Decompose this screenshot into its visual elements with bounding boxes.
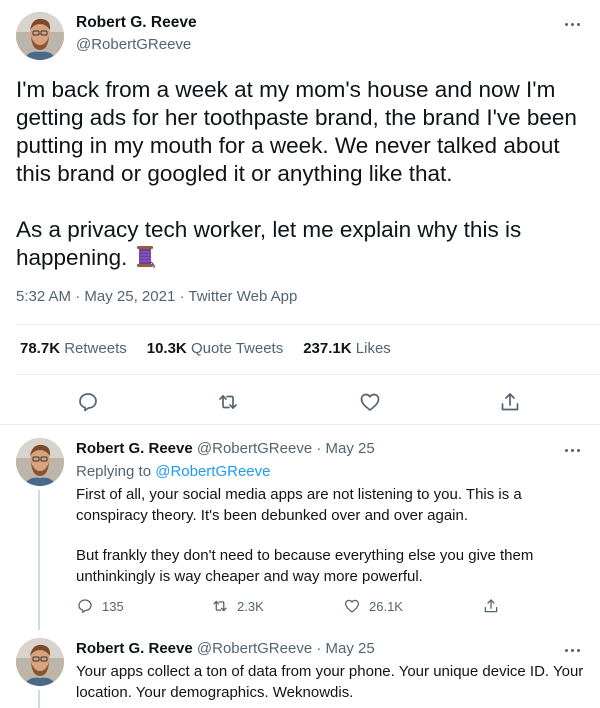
share-icon bbox=[484, 599, 498, 613]
reply-text: First of all, your social media apps are… bbox=[76, 485, 584, 587]
likes-stat[interactable]: 237.1K Likes bbox=[303, 340, 391, 357]
reply-actions: 135 2.3K 26.1K bbox=[76, 597, 506, 617]
reply-icon[interactable] bbox=[76, 390, 100, 414]
more-options-icon[interactable] bbox=[560, 642, 584, 658]
reply-header: Robert G. Reeve @RobertGReeve · May 25 bbox=[76, 440, 375, 457]
replying-to: Replying to @RobertGReeve bbox=[76, 463, 271, 480]
tweet-time[interactable]: 5:32 AM · May 25, 2021 bbox=[16, 288, 175, 305]
reply-date[interactable]: May 25 bbox=[326, 640, 375, 657]
share-icon[interactable] bbox=[498, 390, 522, 414]
retweet-icon bbox=[213, 600, 227, 612]
divider bbox=[16, 374, 600, 375]
reply-header: Robert G. Reeve @RobertGReeve · May 25 bbox=[76, 640, 375, 657]
author-handle[interactable]: @RobertGReeve bbox=[197, 640, 312, 657]
tweet-body: I'm back from a week at my mom's house a… bbox=[16, 77, 577, 270]
divider bbox=[16, 324, 600, 325]
author-handle[interactable]: @RobertGReeve bbox=[197, 440, 312, 457]
thread-line bbox=[38, 490, 40, 630]
meta-separator: · bbox=[316, 640, 322, 657]
retweet-icon[interactable] bbox=[216, 390, 240, 414]
meta-separator: · bbox=[316, 440, 322, 457]
reply-paragraph: Your apps collect a ton of data from you… bbox=[76, 663, 584, 701]
reply-icon bbox=[78, 599, 92, 614]
reply-paragraph: But frankly they don't need to because e… bbox=[76, 547, 534, 585]
like-count: 26.1K bbox=[369, 598, 403, 614]
tweet-actions bbox=[0, 388, 600, 416]
avatar[interactable] bbox=[16, 12, 64, 60]
divider bbox=[0, 424, 600, 425]
author-name[interactable]: Robert G. Reeve bbox=[76, 440, 193, 457]
more-options-icon[interactable] bbox=[560, 442, 584, 458]
retweet-count: 2.3K bbox=[237, 598, 264, 614]
like-button[interactable]: 26.1K bbox=[343, 597, 403, 615]
retweets-stat[interactable]: 78.7K Retweets bbox=[20, 340, 127, 357]
more-options-icon[interactable] bbox=[560, 16, 584, 32]
thread-line bbox=[38, 690, 40, 708]
reply-text: Your apps collect a ton of data from you… bbox=[76, 662, 584, 703]
meta-separator: · bbox=[179, 288, 185, 305]
tweet-source[interactable]: Twitter Web App bbox=[188, 288, 297, 305]
reply-paragraph: First of all, your social media apps are… bbox=[76, 486, 522, 524]
reply-count: 135 bbox=[102, 598, 124, 614]
avatar[interactable] bbox=[16, 638, 64, 686]
thread-spool-icon bbox=[134, 245, 156, 276]
author-name[interactable]: Robert G. Reeve bbox=[76, 14, 197, 32]
share-button[interactable] bbox=[482, 597, 500, 615]
tweet-stats: 78.7K Retweets 10.3K Quote Tweets 237.1K… bbox=[20, 340, 391, 357]
quote-tweets-stat[interactable]: 10.3K Quote Tweets bbox=[147, 340, 283, 357]
tweet-text: I'm back from a week at my mom's house a… bbox=[16, 76, 586, 276]
reply-date[interactable]: May 25 bbox=[326, 440, 375, 457]
like-icon bbox=[344, 599, 360, 613]
author-handle[interactable]: @RobertGReeve bbox=[76, 36, 191, 53]
avatar[interactable] bbox=[16, 438, 64, 486]
replying-to-link[interactable]: @RobertGReeve bbox=[155, 463, 270, 480]
retweet-button[interactable]: 2.3K bbox=[211, 597, 264, 615]
tweet-meta: 5:32 AM · May 25, 2021 · Twitter Web App bbox=[16, 288, 297, 305]
like-icon[interactable] bbox=[358, 390, 382, 414]
author-name[interactable]: Robert G. Reeve bbox=[76, 640, 193, 657]
reply-button[interactable]: 135 bbox=[76, 597, 124, 615]
